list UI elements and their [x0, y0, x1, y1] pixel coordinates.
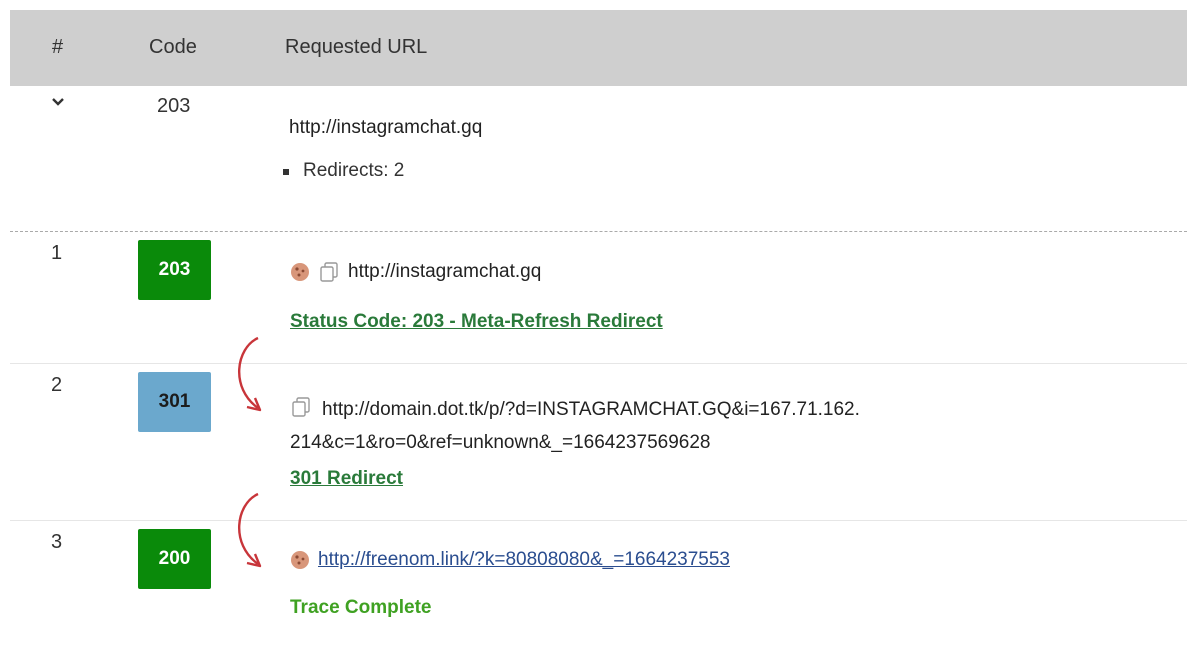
column-header-number: #	[52, 36, 64, 58]
chevron-down-icon[interactable]	[50, 94, 66, 110]
hop-number: 3	[51, 531, 63, 553]
trace-complete-label: Trace Complete	[290, 597, 432, 618]
status-badge: 301	[138, 372, 211, 432]
redirects-count: Redirects: 2	[303, 160, 405, 181]
hop-url-block: http://domain.dot.tk/p/?d=INSTAGRAMCHAT.…	[290, 395, 1010, 458]
hop-number: 2	[51, 374, 63, 396]
redirect-arrow-icon	[238, 492, 262, 568]
hop-row: 2 301 http://domain.dot.tk/p/?d=INSTAGRA…	[0, 364, 1187, 520]
hop-row: 1 203 http://instagramchat.gq Status Cod…	[0, 232, 1187, 363]
final-url-link[interactable]: http://freenom.link/?k=80808080&_=166423…	[318, 549, 730, 571]
summary-status-code: 203	[157, 95, 191, 117]
copy-icon[interactable]	[290, 396, 312, 428]
column-header-code: Code	[149, 36, 197, 58]
status-badge: 203	[138, 240, 211, 300]
status-code-link[interactable]: 301 Redirect	[290, 468, 403, 490]
cookie-icon	[290, 550, 310, 570]
redirect-arrow-icon	[238, 336, 262, 412]
summary-url: http://instagramchat.gq	[289, 117, 483, 138]
cookie-icon	[290, 262, 310, 282]
hop-number: 1	[51, 242, 63, 264]
bullet-marker	[283, 169, 289, 175]
hop-url-line: http://freenom.link/?k=80808080&_=166423…	[290, 549, 730, 571]
copy-icon[interactable]	[318, 261, 340, 283]
status-code-link[interactable]: Status Code: 203 - Meta-Refresh Redirect	[290, 311, 663, 333]
table-header: # Code Requested URL	[10, 10, 1187, 86]
status-badge: 200	[138, 529, 211, 589]
hop-row: 3 200 http://freenom.link/?k=80808080&_=…	[0, 521, 1187, 647]
hop-url-line-2: 214&c=1&ro=0&ref=unknown&_=1664237569628	[290, 432, 711, 453]
hop-url: http://instagramchat.gq	[348, 261, 542, 282]
column-header-requested-url: Requested URL	[285, 36, 428, 58]
hop-url-line: http://instagramchat.gq	[290, 261, 541, 283]
summary-row: 203 http://instagramchat.gq Redirects: 2	[0, 86, 1187, 232]
hop-url-line-1: http://domain.dot.tk/p/?d=INSTAGRAMCHAT.…	[322, 399, 860, 420]
